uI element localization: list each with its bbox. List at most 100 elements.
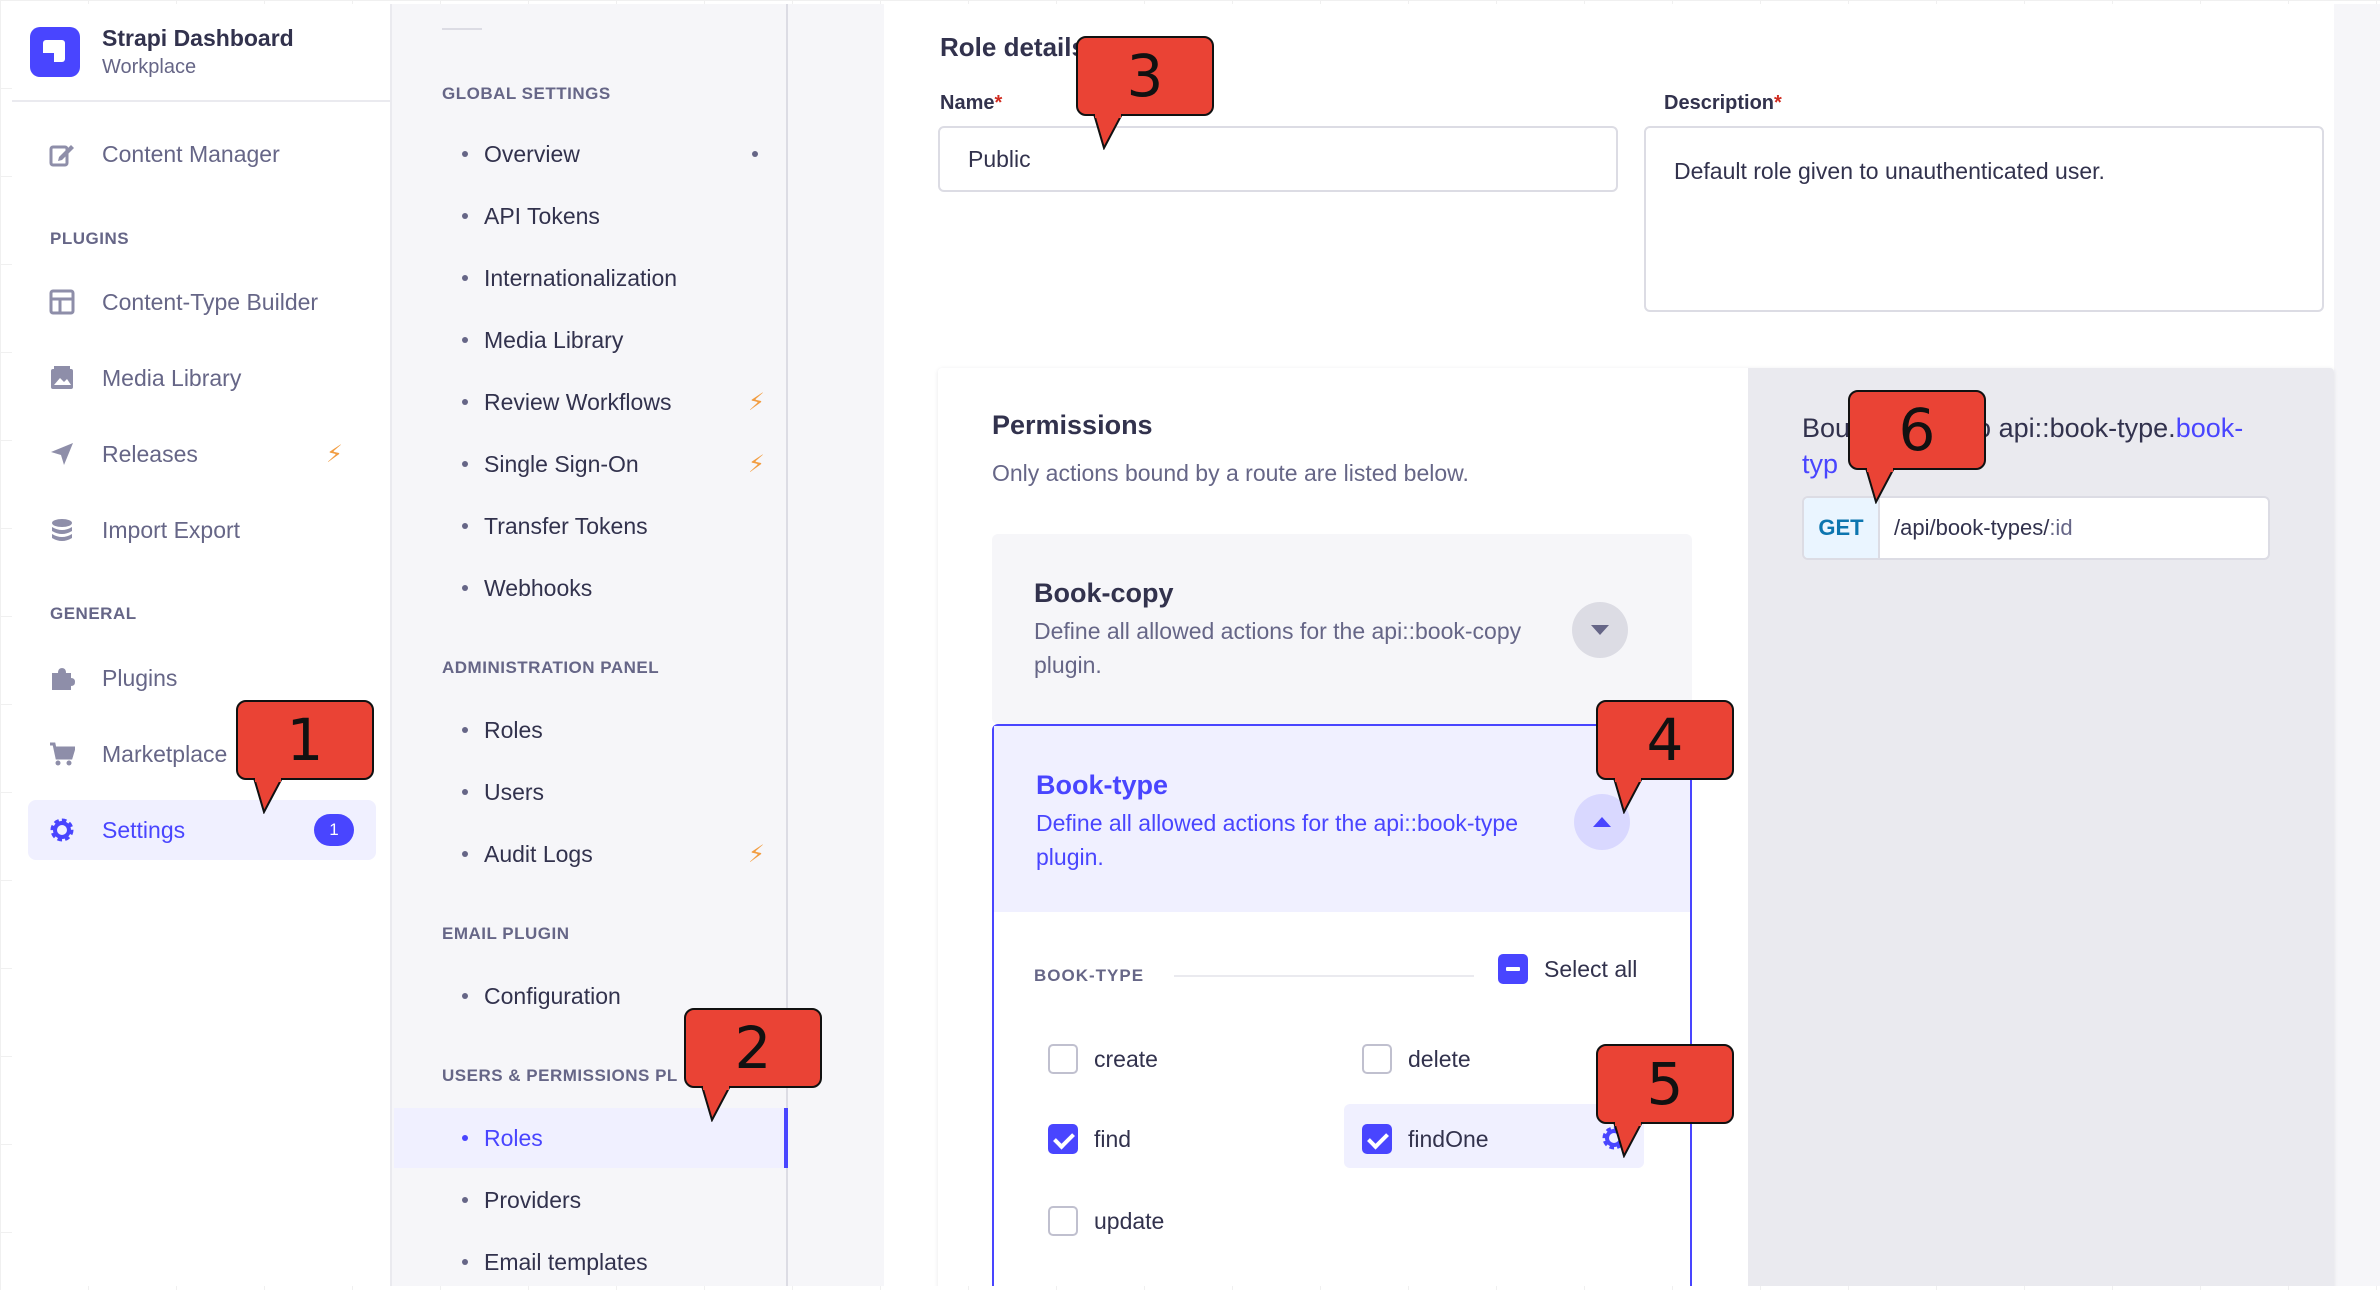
callout-number: 2 [734,1014,772,1082]
permissions-title: Permissions [992,410,1153,440]
nav-settings[interactable]: Settings 1 [28,800,376,860]
subnav-providers[interactable]: Providers [394,1170,788,1230]
subnav-label: Media Library [484,326,624,353]
subnav-email-templates[interactable]: Email templates [394,1232,788,1286]
callout-5: 5 [1596,1044,1734,1158]
section-users-permissions: USERS & PERMISSIONS PL [442,1066,678,1085]
checkbox-update[interactable]: update [1048,1206,1164,1236]
nav-label: Media Library [102,364,242,391]
accordion-title: Book-copy [1034,578,1174,608]
checkbox-box [1362,1044,1392,1074]
checkbox-label: create [1094,1045,1158,1072]
subnav-label: Providers [484,1186,582,1213]
bound-route-link[interactable]: book- [2176,413,2244,443]
app-frame: Strapi Dashboard Workplace Content Manag… [12,4,2380,1286]
callout-1: 1 [236,700,374,814]
subnav-transfer-tokens[interactable]: Transfer Tokens [394,496,788,556]
subnav-label: Roles [484,716,543,743]
callout-number: 5 [1646,1050,1684,1118]
nav-media-library[interactable]: Media Library [28,348,376,408]
subnav-single-sign-on[interactable]: Single Sign-On ⚡ [394,434,788,494]
nav-import-export[interactable]: Import Export [28,500,376,560]
notification-badge: 1 [314,814,354,846]
subnav-webhooks[interactable]: Webhooks [394,558,788,618]
select-all-checkbox[interactable]: Select all [1498,954,1637,984]
nav-content-type-builder[interactable]: Content-Type Builder [28,272,376,332]
subnav-review-workflows[interactable]: Review Workflows ⚡ [394,372,788,432]
bound-route-prefix: Bou [1802,413,1851,443]
subnav-label: Transfer Tokens [484,512,648,539]
subnav-users[interactable]: Users [394,762,788,822]
screenshot-stage: Strapi Dashboard Workplace Content Manag… [0,0,2380,1290]
accordion-header[interactable]: Book-copy Define all allowed actions for… [992,534,1692,724]
subnav-overview[interactable]: Overview [394,124,788,184]
checkbox-box [1048,1206,1078,1236]
nav-label: Marketplace [102,740,228,767]
route-path-prefix: /api/book-types/ [1894,515,2050,540]
name-label-text: Name [940,92,995,114]
nav-label: Content Manager [102,140,280,167]
chevron-down-icon[interactable] [1572,602,1628,658]
route-display: GET /api/book-types/:id [1802,496,2270,560]
description-label: Description* [1664,92,1782,115]
indeterminate-checkbox-icon [1498,954,1528,984]
description-textarea[interactable]: Default role given to unauthenticated us… [1644,126,2324,312]
bound-route-link-cont[interactable]: typ [1802,449,1838,479]
main-nav: Strapi Dashboard Workplace Content Manag… [12,4,392,1286]
checkbox-create[interactable]: create [1048,1044,1158,1074]
subnav-label: API Tokens [484,202,600,229]
subnav-label: Overview [484,140,580,167]
accordion-title: Book-type [1036,770,1169,800]
brand-header: Strapi Dashboard Workplace [12,4,390,102]
section-global-settings: GLOBAL SETTINGS [442,84,611,103]
accordion-description: Define all allowed actions for the api::… [1036,810,1519,870]
nav-label: Content-Type Builder [102,288,319,315]
checkbox-find[interactable]: find [1048,1124,1131,1154]
checkbox-delete[interactable]: delete [1362,1044,1471,1074]
subnav-label: Webhooks [484,574,593,601]
select-all-label: Select all [1544,955,1638,982]
bound-route-panel: Bou o api::book-type.book-typ GET /api/bo… [1748,368,2334,1286]
name-input[interactable]: Public [938,126,1618,192]
puzzle-icon [48,664,76,692]
subnav-admin-roles[interactable]: Roles [394,700,788,760]
role-details-title: Role details [940,32,1086,62]
strapi-logo-icon [30,27,80,77]
checkbox-box [1048,1044,1078,1074]
image-icon [48,364,76,392]
divider [442,28,482,30]
callout-3: 3 [1076,36,1214,150]
description-label-text: Description [1664,92,1775,114]
database-icon [48,516,76,544]
nav-releases[interactable]: Releases ⚡ [28,424,376,484]
accordion-book-type: Book-type Define all allowed actions for… [992,724,1692,1286]
subnav-api-tokens[interactable]: API Tokens [394,186,788,246]
callout-6: 6 [1848,390,1986,504]
callout-number: 4 [1646,706,1684,774]
main-content: Role details Name* Public Description* D… [788,4,2380,1286]
nav-label: Releases [102,440,198,467]
pencil-icon [48,140,76,168]
section-email-plugin: EMAIL PLUGIN [442,924,570,943]
layout-icon [48,288,76,316]
callout-2: 2 [684,1008,822,1122]
dot-indicator [752,151,758,157]
checkbox-findone[interactable]: findOne [1362,1124,1489,1154]
callout-number: 6 [1898,396,1936,464]
subnav-internationalization[interactable]: Internationalization [394,248,788,308]
nav-plugins[interactable]: Plugins [28,648,376,708]
bolt-icon: ⚡ [748,840,765,868]
bolt-icon: ⚡ [748,388,765,416]
route-path-param: :id [2049,515,2073,540]
checkbox-label: find [1094,1125,1132,1152]
route-path: /api/book-types/:id [1880,515,2073,541]
name-input-value: Public [968,145,1031,172]
subnav-media-library[interactable]: Media Library [394,310,788,370]
checkbox-label: update [1094,1207,1165,1234]
brand-title: Strapi Dashboard [102,25,294,51]
subnav-label: Internationalization [484,264,678,291]
accordion-header[interactable]: Book-type Define all allowed actions for… [994,726,1690,912]
nav-content-manager[interactable]: Content Manager [28,124,376,184]
accordion-book-copy[interactable]: Book-copy Define all allowed actions for… [992,534,1692,724]
subnav-audit-logs[interactable]: Audit Logs ⚡ [394,824,788,884]
